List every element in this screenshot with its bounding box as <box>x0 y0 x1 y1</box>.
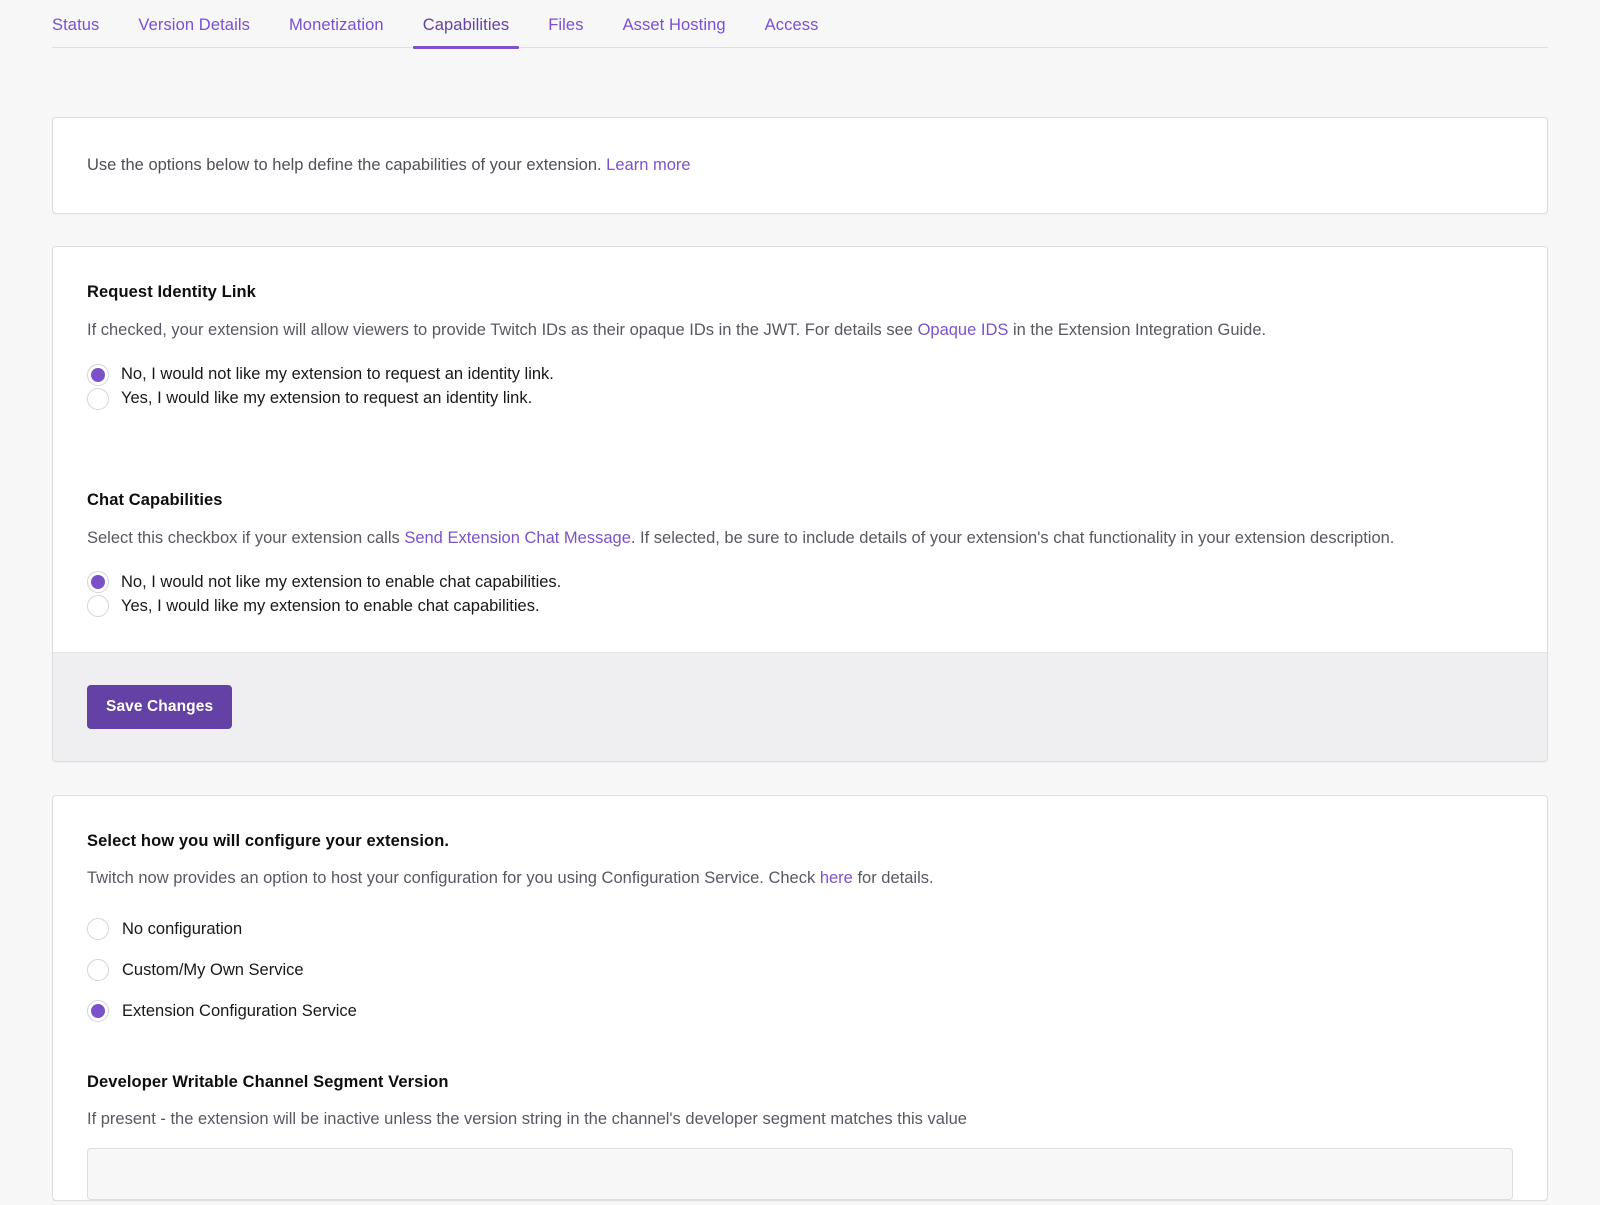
chat-capabilities-description: Select this checkbox if your extension c… <box>87 528 1513 549</box>
tab-monetization[interactable]: Monetization <box>289 0 384 49</box>
configuration-title: Select how you will configure your exten… <box>87 832 450 851</box>
radio-icon-unselected[interactable] <box>87 958 109 981</box>
config-option-extension-configuration-service-label: Extension Configuration Service <box>122 1001 357 1020</box>
send-extension-chat-message-link[interactable]: Send Extension Chat Message <box>404 529 631 547</box>
radio-icon-selected[interactable] <box>87 363 109 386</box>
chat-capabilities-radio-group: No, I would not like my extension to ena… <box>87 570 1513 618</box>
save-changes-button[interactable]: Save Changes <box>87 685 233 730</box>
request-identity-link-description: If checked, your extension will allow vi… <box>87 320 1513 341</box>
tab-version-details[interactable]: Version Details <box>138 0 250 49</box>
radio-icon-unselected[interactable] <box>87 917 109 940</box>
tab-capabilities[interactable]: Capabilities <box>412 0 519 49</box>
radio-icon-selected[interactable] <box>87 571 109 594</box>
opaque-ids-link[interactable]: Opaque IDS <box>918 321 1009 339</box>
identity-option-no-label: No, I would not like my extension to req… <box>121 365 554 384</box>
chat-option-no-label: No, I would not like my extension to ena… <box>121 573 562 591</box>
configuration-radio-group: No configuration Custom/My Own Service E… <box>87 908 1513 1031</box>
segment-version-title: Developer Writable Channel Segment Versi… <box>87 1073 449 1092</box>
radio-icon-unselected[interactable] <box>87 387 109 410</box>
config-option-custom-service[interactable]: Custom/My Own Service <box>87 949 1513 990</box>
capabilities-card: Request Identity Link If checked, your e… <box>52 246 1548 763</box>
request-identity-link-title: Request Identity Link <box>87 283 256 301</box>
segment-version-description: If present - the extension will be inact… <box>87 1110 967 1129</box>
config-section-spacer <box>87 1031 1513 1073</box>
capabilities-card-footer: Save Changes <box>53 652 1547 762</box>
tab-status[interactable]: Status <box>52 0 99 49</box>
segment-version-input[interactable] <box>87 1148 1513 1201</box>
identity-option-no[interactable]: No, I would not like my extension to req… <box>87 363 1513 387</box>
config-option-extension-configuration-service[interactable]: Extension Configuration Service <box>87 990 1513 1031</box>
identity-option-yes-label: Yes, I would like my extension to reques… <box>121 389 533 408</box>
config-option-no-configuration-label: No configuration <box>122 919 243 938</box>
identity-desc-before: If checked, your extension will allow vi… <box>87 321 918 339</box>
tab-access[interactable]: Access <box>765 0 819 49</box>
chat-option-no[interactable]: No, I would not like my extension to ena… <box>87 570 1513 594</box>
identity-option-yes[interactable]: Yes, I would like my extension to reques… <box>87 387 1513 411</box>
configuration-description: Twitch now provides an option to host yo… <box>87 869 1513 888</box>
primary-tabbar: Status Version Details Monetization Capa… <box>0 0 1600 49</box>
tab-files[interactable]: Files <box>548 0 583 49</box>
configuration-desc-before: Twitch now provides an option to host yo… <box>87 869 820 888</box>
identity-link-radio-group: No, I would not like my extension to req… <box>87 363 1513 411</box>
radio-icon-unselected[interactable] <box>87 595 109 618</box>
chat-capabilities-title: Chat Capabilities <box>87 490 223 509</box>
config-option-custom-service-label: Custom/My Own Service <box>122 960 304 979</box>
configuration-desc-after: for details. <box>852 869 934 888</box>
chat-desc-after: . If selected, be sure to include detail… <box>630 528 1395 547</box>
info-card-description: Use the options below to help define the… <box>87 156 602 174</box>
identity-desc-after: in the Extension Integration Guide. <box>1008 321 1267 339</box>
info-card: Use the options below to help define the… <box>52 117 1548 214</box>
radio-icon-selected[interactable] <box>87 999 109 1022</box>
configuration-card: Select how you will configure your exten… <box>52 795 1548 1202</box>
chat-desc-before: Select this checkbox if your extension c… <box>87 528 405 547</box>
config-option-no-configuration[interactable]: No configuration <box>87 908 1513 949</box>
capabilities-card-body: Request Identity Link If checked, your e… <box>53 247 1547 653</box>
learn-more-link[interactable]: Learn more <box>606 156 690 174</box>
chat-option-yes[interactable]: Yes, I would like my extension to enable… <box>87 594 1513 618</box>
here-link[interactable]: here <box>820 869 853 887</box>
page-content: Use the options below to help define the… <box>0 117 1600 1202</box>
tab-asset-hosting[interactable]: Asset Hosting <box>623 0 726 49</box>
chat-option-yes-label: Yes, I would like my extension to enable… <box>121 597 540 615</box>
info-card-text: Use the options below to help define the… <box>87 156 691 175</box>
